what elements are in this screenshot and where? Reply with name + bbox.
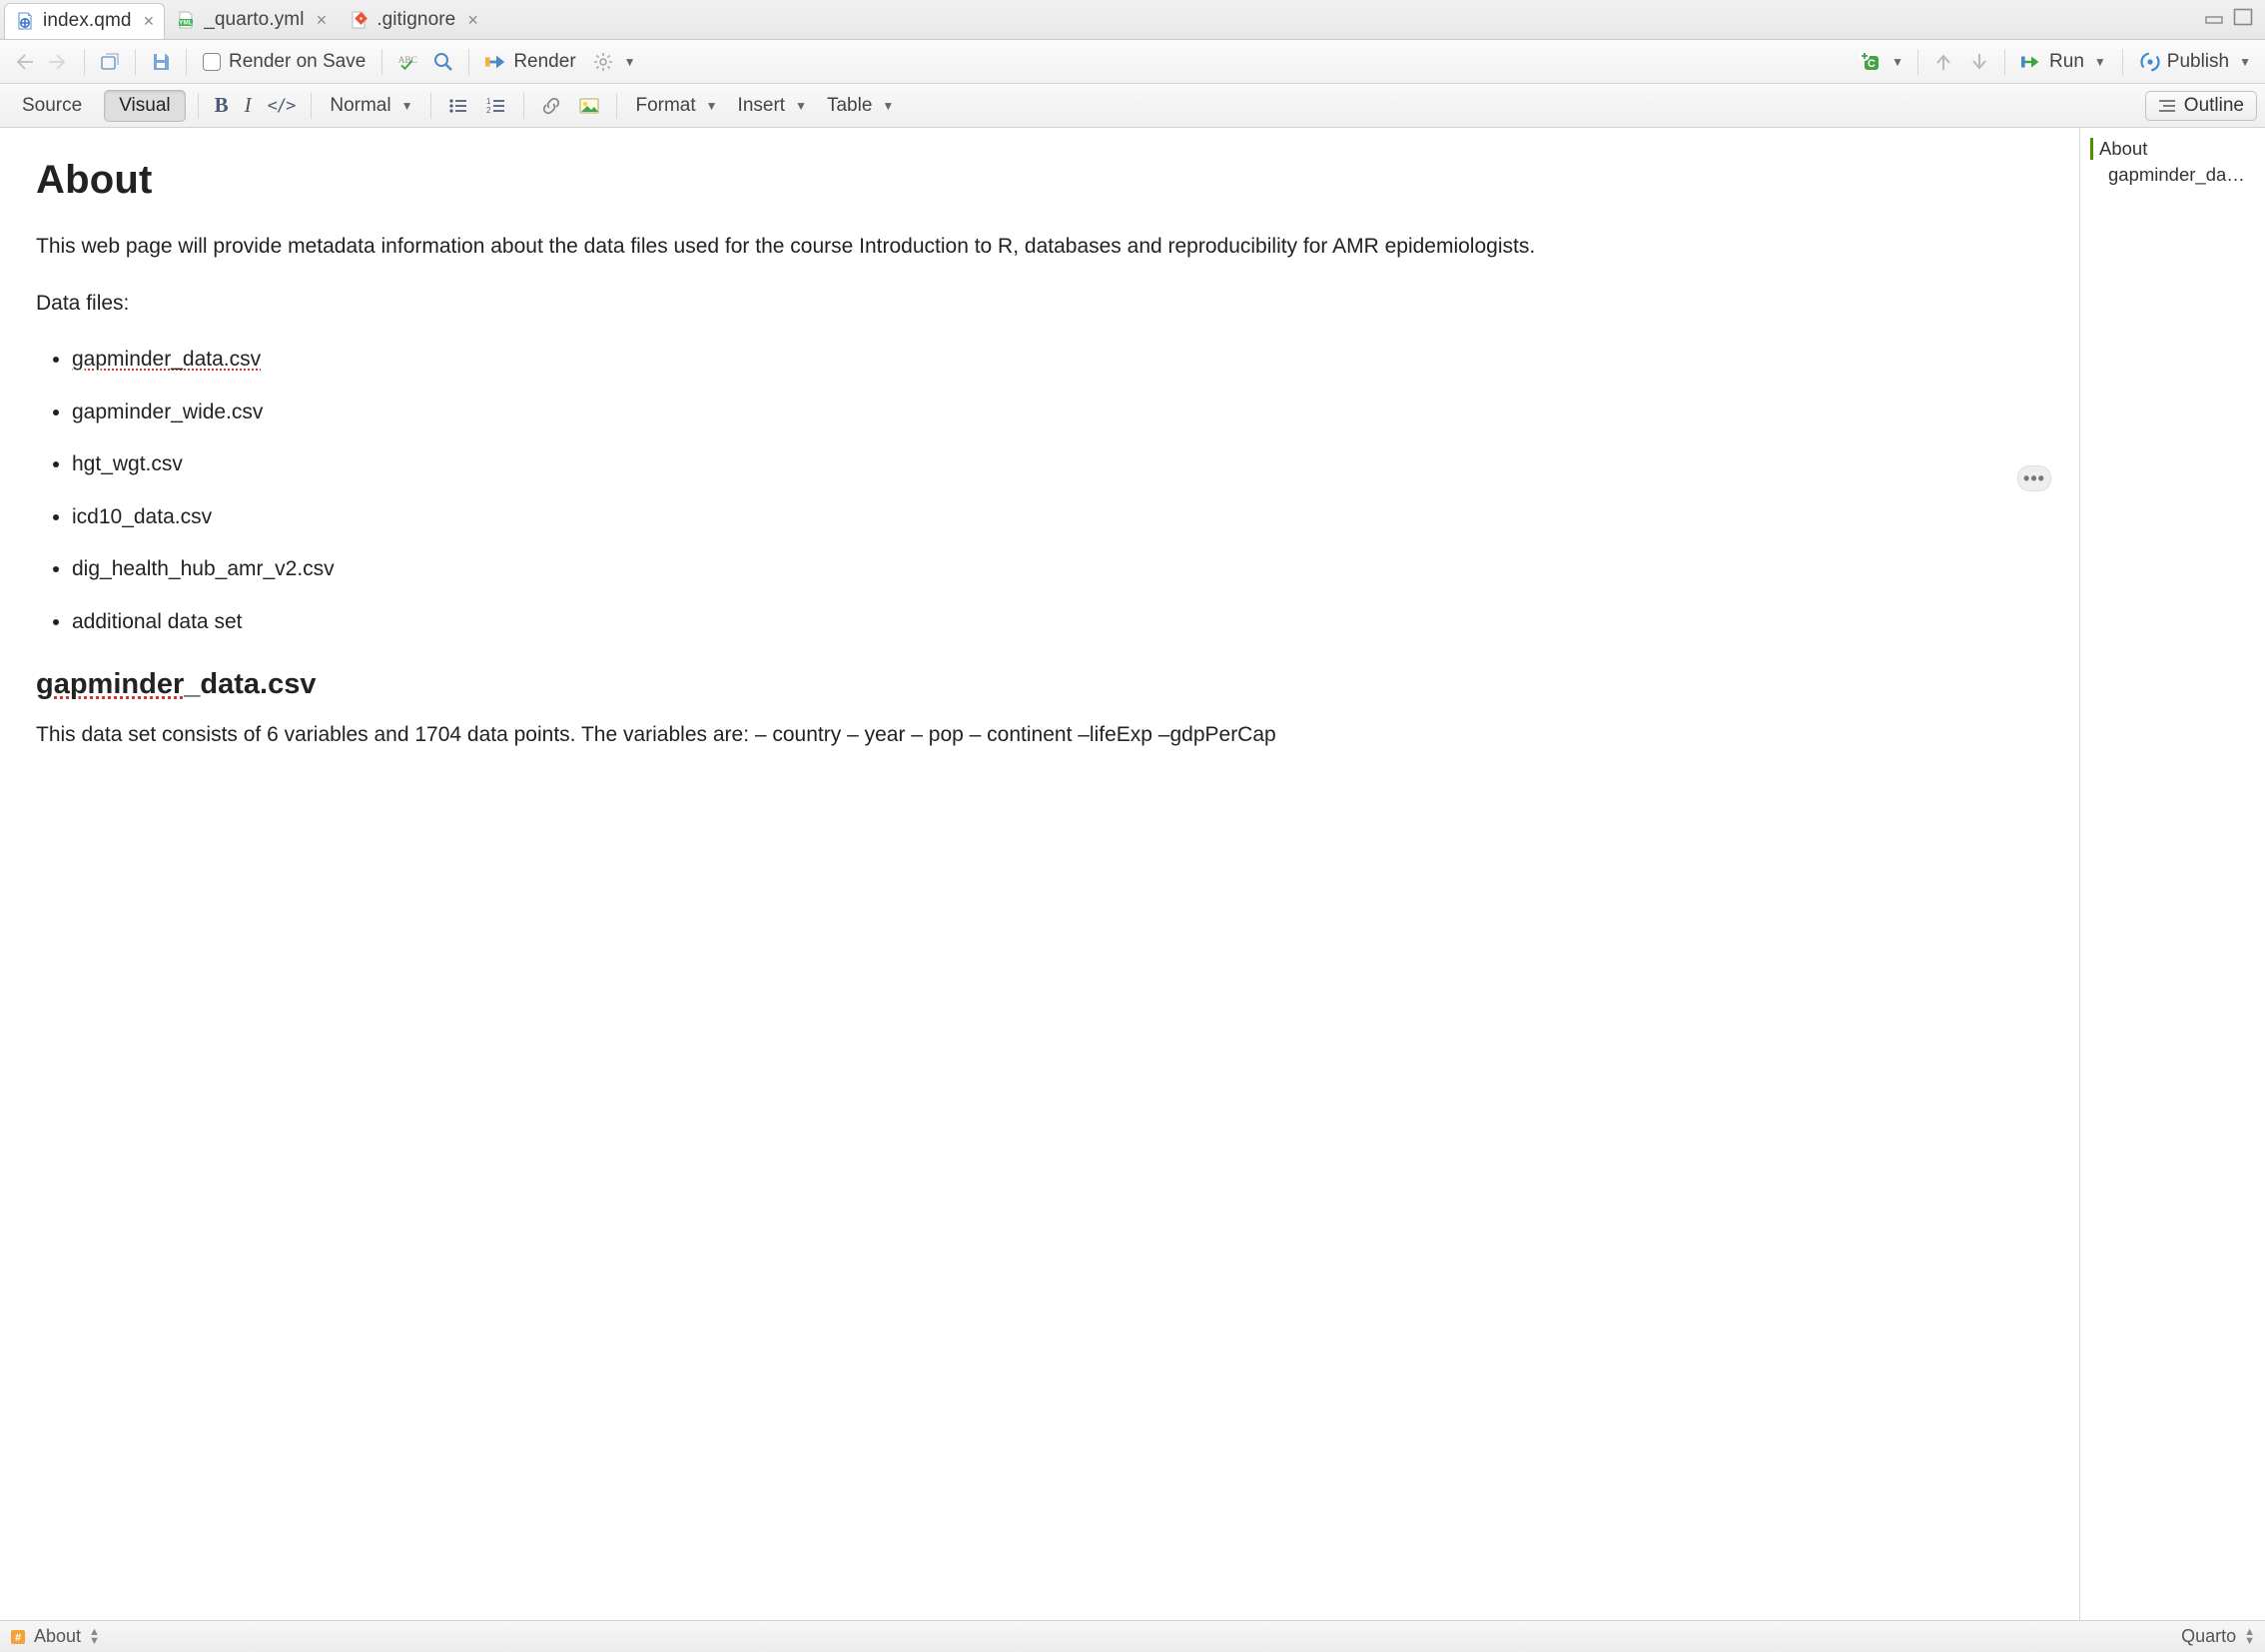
tab-label: _quarto.yml <box>204 9 304 31</box>
outline-item-gapminder[interactable]: gapminder_da… <box>2090 164 2257 186</box>
list-item[interactable]: dig_health_hub_amr_v2.csv <box>72 553 2043 586</box>
insert-menu[interactable]: Insert ▼ <box>732 91 813 121</box>
tab-label: .gitignore <box>377 9 455 31</box>
data-files-label[interactable]: Data files: <box>36 288 2043 321</box>
maximize-pane-icon[interactable] <box>2233 8 2253 32</box>
svg-text:1: 1 <box>486 97 491 106</box>
status-format-label: Quarto <box>2181 1626 2236 1647</box>
status-format-picker[interactable]: Quarto ▲▼ <box>2181 1626 2255 1647</box>
list-item[interactable]: additional data set <box>72 606 2043 639</box>
heading-about[interactable]: About <box>36 158 2043 203</box>
paragraph-style-label: Normal <box>330 95 390 117</box>
nav-forward-button[interactable] <box>44 47 74 77</box>
yml-file-icon: YML <box>176 10 196 30</box>
intro-paragraph[interactable]: This web page will provide metadata info… <box>36 231 2043 264</box>
format-menu-label: Format <box>635 95 695 117</box>
svg-text:2: 2 <box>486 106 491 115</box>
format-menu[interactable]: Format ▼ <box>629 91 723 121</box>
chevron-down-icon: ▼ <box>882 99 894 113</box>
svg-text:YML: YML <box>179 19 193 26</box>
action-toolbar: Render on Save ABC Render ▼ C ▼ <box>0 40 2265 84</box>
code-button[interactable]: </> <box>264 91 300 121</box>
insert-chunk-button[interactable]: C ▼ <box>1856 47 1907 77</box>
spellcheck-button[interactable]: ABC <box>392 47 422 77</box>
chevron-down-icon: ▼ <box>401 99 413 113</box>
status-section-picker[interactable]: # About ▲▼ <box>10 1626 100 1647</box>
tab-index-qmd[interactable]: index.qmd × <box>4 3 165 39</box>
sort-icon: ▲▼ <box>89 1628 100 1646</box>
settings-button[interactable]: ▼ <box>588 47 640 77</box>
save-button[interactable] <box>146 47 176 77</box>
status-section-label: About <box>34 1626 81 1647</box>
bold-button[interactable]: B <box>211 91 233 121</box>
go-to-prev-chunk-button[interactable] <box>1928 47 1958 77</box>
tab-quarto-yml[interactable]: YML _quarto.yml × <box>165 2 338 38</box>
table-menu-label: Table <box>827 95 872 117</box>
sort-icon: ▲▼ <box>2244 1628 2255 1646</box>
bulleted-list-button[interactable] <box>443 91 473 121</box>
numbered-list-button[interactable]: 12 <box>481 91 511 121</box>
render-on-save-label: Render on Save <box>229 51 366 73</box>
italic-button[interactable]: I <box>241 91 256 121</box>
publish-button[interactable]: Publish ▼ <box>2133 47 2257 77</box>
go-to-next-chunk-button[interactable] <box>1964 47 1994 77</box>
find-button[interactable] <box>428 47 458 77</box>
close-icon[interactable]: × <box>317 10 328 31</box>
render-button[interactable]: Render <box>479 47 581 77</box>
list-item[interactable]: icd10_data.csv <box>72 501 2043 534</box>
checkbox-icon <box>203 53 221 71</box>
list-item[interactable]: gapminder_data.csv <box>72 344 2043 377</box>
minimize-pane-icon[interactable] <box>2205 8 2227 31</box>
git-file-icon <box>349 10 369 30</box>
show-in-new-window-button[interactable] <box>95 47 125 77</box>
chevron-down-icon: ▼ <box>2239 55 2251 69</box>
data-files-list[interactable]: gapminder_data.csv gapminder_wide.csv hg… <box>72 344 2043 638</box>
list-item[interactable]: hgt_wgt.csv <box>72 448 2043 481</box>
tab-gitignore[interactable]: .gitignore × <box>338 2 489 38</box>
render-label: Render <box>513 51 575 73</box>
svg-text:#: # <box>15 1632 21 1644</box>
run-button[interactable]: Run ▼ <box>2015 47 2112 77</box>
gapminder-description[interactable]: This data set consists of 6 variables an… <box>36 719 2043 752</box>
source-mode-button[interactable]: Source <box>8 91 96 121</box>
section-icon: # <box>10 1629 26 1645</box>
status-bar: # About ▲▼ Quarto ▲▼ <box>0 1620 2265 1652</box>
chevron-down-icon: ▼ <box>795 99 807 113</box>
close-icon[interactable]: × <box>144 11 155 32</box>
nav-back-button[interactable] <box>8 47 38 77</box>
quarto-file-icon <box>15 11 35 31</box>
table-menu[interactable]: Table ▼ <box>821 91 900 121</box>
outline-label: Outline <box>2184 95 2244 117</box>
insert-menu-label: Insert <box>738 95 786 117</box>
render-on-save-toggle[interactable]: Render on Save <box>197 47 372 77</box>
svg-text:C: C <box>1868 58 1876 70</box>
paragraph-style-dropdown[interactable]: Normal ▼ <box>324 91 418 121</box>
editor-pane[interactable]: About This web page will provide metadat… <box>0 128 2079 1620</box>
outline-item-about[interactable]: About <box>2090 138 2257 160</box>
list-item[interactable]: gapminder_wide.csv <box>72 397 2043 429</box>
chevron-down-icon: ▼ <box>2094 55 2106 69</box>
image-button[interactable] <box>574 91 604 121</box>
document-outline-pane: About gapminder_da… <box>2079 128 2265 1620</box>
chevron-down-icon: ▼ <box>624 55 636 69</box>
close-icon[interactable]: × <box>467 10 478 31</box>
tab-bar: index.qmd × YML _quarto.yml × .gitignore… <box>0 0 2265 40</box>
chevron-down-icon: ▼ <box>706 99 718 113</box>
run-label: Run <box>2049 51 2084 73</box>
chevron-down-icon: ▼ <box>1891 55 1903 69</box>
link-button[interactable] <box>536 91 566 121</box>
more-options-chip[interactable]: ••• <box>2017 465 2051 491</box>
tab-label: index.qmd <box>43 10 132 32</box>
format-toolbar: Source Visual B I </> Normal ▼ 12 Format… <box>0 84 2265 128</box>
visual-mode-button[interactable]: Visual <box>104 90 185 122</box>
publish-label: Publish <box>2167 51 2229 73</box>
heading-gapminder[interactable]: gapminder_data.csv <box>36 668 2043 701</box>
outline-toggle-button[interactable]: Outline <box>2145 91 2257 121</box>
